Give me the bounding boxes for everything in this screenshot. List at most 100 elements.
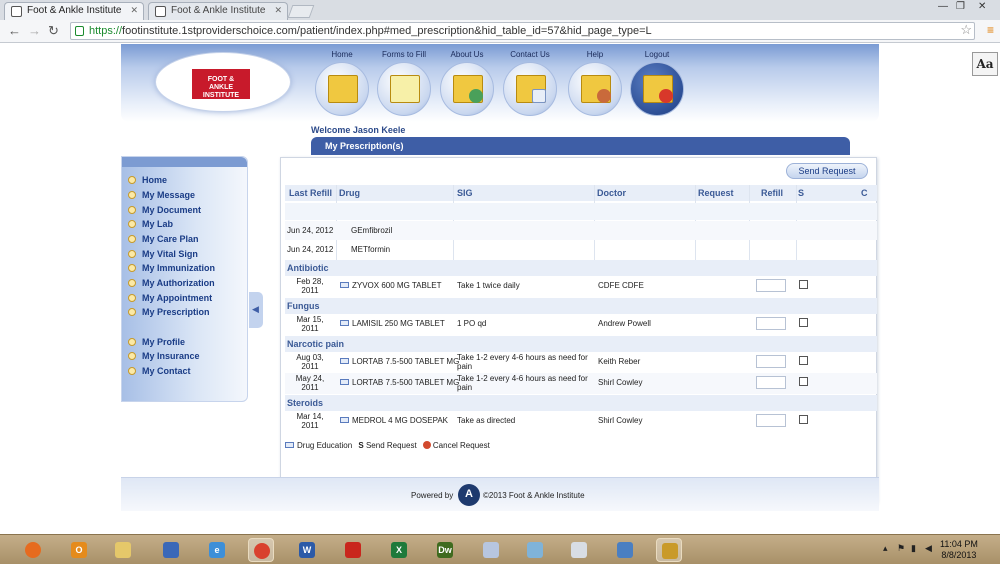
reader-button[interactable]: Aa xyxy=(972,52,998,76)
about-folder-icon[interactable] xyxy=(440,62,494,116)
nav-forms-label[interactable]: Forms to Fill xyxy=(374,50,434,59)
drug-link[interactable]: ZYVOX 600 MG TABLET xyxy=(340,281,442,290)
send-checkbox[interactable] xyxy=(799,280,808,289)
close-tab-icon[interactable]: ✕ xyxy=(130,5,138,16)
drug-education-icon[interactable] xyxy=(340,417,349,423)
sidebar-item-message[interactable]: My Message xyxy=(128,190,195,200)
sidebar-item-authorization[interactable]: My Authorization xyxy=(128,278,215,288)
drug-education-icon[interactable] xyxy=(340,358,349,364)
back-icon[interactable]: ← xyxy=(8,23,21,38)
drug-link[interactable]: MEDROL 4 MG DOSEPAK xyxy=(340,416,448,425)
sidebar-item-immunization[interactable]: My Immunization xyxy=(128,263,215,273)
sidebar-item-lab[interactable]: My Lab xyxy=(128,219,173,229)
dreamweaver-icon[interactable]: Dw xyxy=(432,538,458,562)
help-folder-icon[interactable] xyxy=(568,62,622,116)
clock-time: 11:04 PM xyxy=(940,539,978,549)
refill-input[interactable] xyxy=(756,414,786,427)
flag-icon[interactable]: ⚑ xyxy=(897,543,905,554)
network-tray-icon[interactable]: ▮ xyxy=(911,543,916,554)
new-tab-button[interactable] xyxy=(287,5,315,18)
col-doctor[interactable]: Doctor xyxy=(597,188,626,198)
firefox-icon[interactable] xyxy=(20,538,46,562)
nav-contact-label[interactable]: Contact Us xyxy=(500,50,560,59)
group-label: Antibiotic xyxy=(287,263,329,273)
browser-tab[interactable]: Foot & Ankle Institute ✕ xyxy=(148,2,288,20)
outlook-icon[interactable]: O xyxy=(66,538,92,562)
nav-logout-label[interactable]: Logout xyxy=(627,50,687,59)
sidebar-item-appointment[interactable]: My Appointment xyxy=(128,293,212,303)
sidebar-item-contact[interactable]: My Contact xyxy=(128,366,191,376)
close-tab-icon[interactable]: ✕ xyxy=(274,5,282,16)
notepad-icon[interactable] xyxy=(522,538,548,562)
drug-education-icon[interactable] xyxy=(340,320,349,326)
excel-icon[interactable]: X xyxy=(386,538,412,562)
volume-icon[interactable]: ◀ xyxy=(925,543,932,554)
col-sig[interactable]: SIG xyxy=(457,188,473,198)
home-folder-icon[interactable] xyxy=(315,62,369,116)
browser-tab-active[interactable]: Foot & Ankle Institute ✕ xyxy=(4,2,144,20)
drug-education-icon[interactable] xyxy=(340,379,349,385)
drug-education-icon[interactable] xyxy=(340,282,349,288)
bookmark-star-icon[interactable]: ☆ xyxy=(960,22,972,38)
contact-folder-icon[interactable] xyxy=(503,62,557,116)
col-c: C xyxy=(861,188,868,198)
drug-link[interactable]: LAMISIL 250 MG TABLET xyxy=(340,319,445,328)
chrome-icon[interactable] xyxy=(248,538,274,562)
sidebar-item-home[interactable]: Home xyxy=(128,175,167,185)
send-checkbox[interactable] xyxy=(799,356,808,365)
restore-icon[interactable]: ❐ xyxy=(956,1,965,12)
nav-home-label[interactable]: Home xyxy=(312,50,372,59)
send-request-button[interactable]: Send Request xyxy=(786,163,868,179)
refill-input[interactable] xyxy=(756,376,786,389)
drug-link[interactable]: LORTAB 7.5-500 TABLET MG xyxy=(340,378,459,387)
address-bar: ← → ↻ https://footinstitute.1stproviders… xyxy=(0,20,1000,43)
collapse-sidebar-icon[interactable]: ◀ xyxy=(249,292,263,328)
sidebar-item-vital-sign[interactable]: My Vital Sign xyxy=(128,249,198,259)
legend-s-symbol: S xyxy=(358,441,364,450)
word-icon[interactable]: W xyxy=(294,538,320,562)
ie-icon[interactable]: e xyxy=(204,538,230,562)
sidebar-item-prescription[interactable]: My Prescription xyxy=(128,307,210,317)
drug-link[interactable]: LORTAB 7.5-500 TABLET MG xyxy=(340,357,459,366)
nav-about-label[interactable]: About Us xyxy=(437,50,497,59)
send-checkbox[interactable] xyxy=(799,377,808,386)
explorer-icon[interactable] xyxy=(110,538,136,562)
sidebar-item-insurance[interactable]: My Insurance xyxy=(128,351,200,361)
last-refill-date: Feb 28, 2011 xyxy=(296,277,324,295)
chrome-menu-icon[interactable]: ≡ xyxy=(987,23,994,37)
table-row: Mar 14, 2011 MEDROL 4 MG DOSEPAK Take as … xyxy=(285,411,877,432)
remote-icon[interactable] xyxy=(612,538,638,562)
calculator-icon[interactable] xyxy=(566,538,592,562)
forward-icon[interactable]: → xyxy=(28,23,41,38)
sidebar-item-care-plan[interactable]: My Care Plan xyxy=(128,234,199,244)
nav-help-label[interactable]: Help xyxy=(565,50,625,59)
paint-icon[interactable] xyxy=(478,538,504,562)
refill-input[interactable] xyxy=(756,355,786,368)
forms-icon[interactable] xyxy=(377,62,431,116)
refill-input[interactable] xyxy=(756,317,786,330)
minimize-icon[interactable]: — xyxy=(938,1,948,12)
refill-input[interactable] xyxy=(756,279,786,292)
provider-logo-icon[interactable]: A xyxy=(458,484,480,506)
show-hidden-icons-icon[interactable]: ▴ xyxy=(883,543,888,554)
pdf-icon[interactable] xyxy=(340,538,366,562)
browser-tab-strip: Foot & Ankle Institute ✕ Foot & Ankle In… xyxy=(0,0,1000,20)
url-input[interactable]: https://footinstitute.1stproviderschoice… xyxy=(70,22,975,40)
doctor-name: CDFE CDFE xyxy=(598,281,644,290)
send-checkbox[interactable] xyxy=(799,415,808,424)
site-logo[interactable]: FOOT & ANKLE INSTITUTE xyxy=(192,69,250,99)
reload-icon[interactable]: ↻ xyxy=(48,23,59,39)
archive-icon[interactable] xyxy=(656,538,682,562)
logout-folder-icon[interactable] xyxy=(630,62,684,116)
sidebar-item-document[interactable]: My Document xyxy=(128,205,201,215)
table-row xyxy=(285,203,877,220)
col-drug[interactable]: Drug xyxy=(339,188,360,198)
sidebar-item-profile[interactable]: My Profile xyxy=(128,337,185,347)
logo-oval: FOOT & ANKLE INSTITUTE xyxy=(155,52,291,112)
col-last-refill[interactable]: Last Refill xyxy=(289,188,332,198)
send-checkbox[interactable] xyxy=(799,318,808,327)
doctor-name: Shirl Cowley xyxy=(598,416,643,425)
close-window-icon[interactable]: ✕ xyxy=(978,1,986,12)
system-clock[interactable]: 11:04 PM 8/8/2013 xyxy=(940,539,978,561)
network-icon[interactable] xyxy=(158,538,184,562)
